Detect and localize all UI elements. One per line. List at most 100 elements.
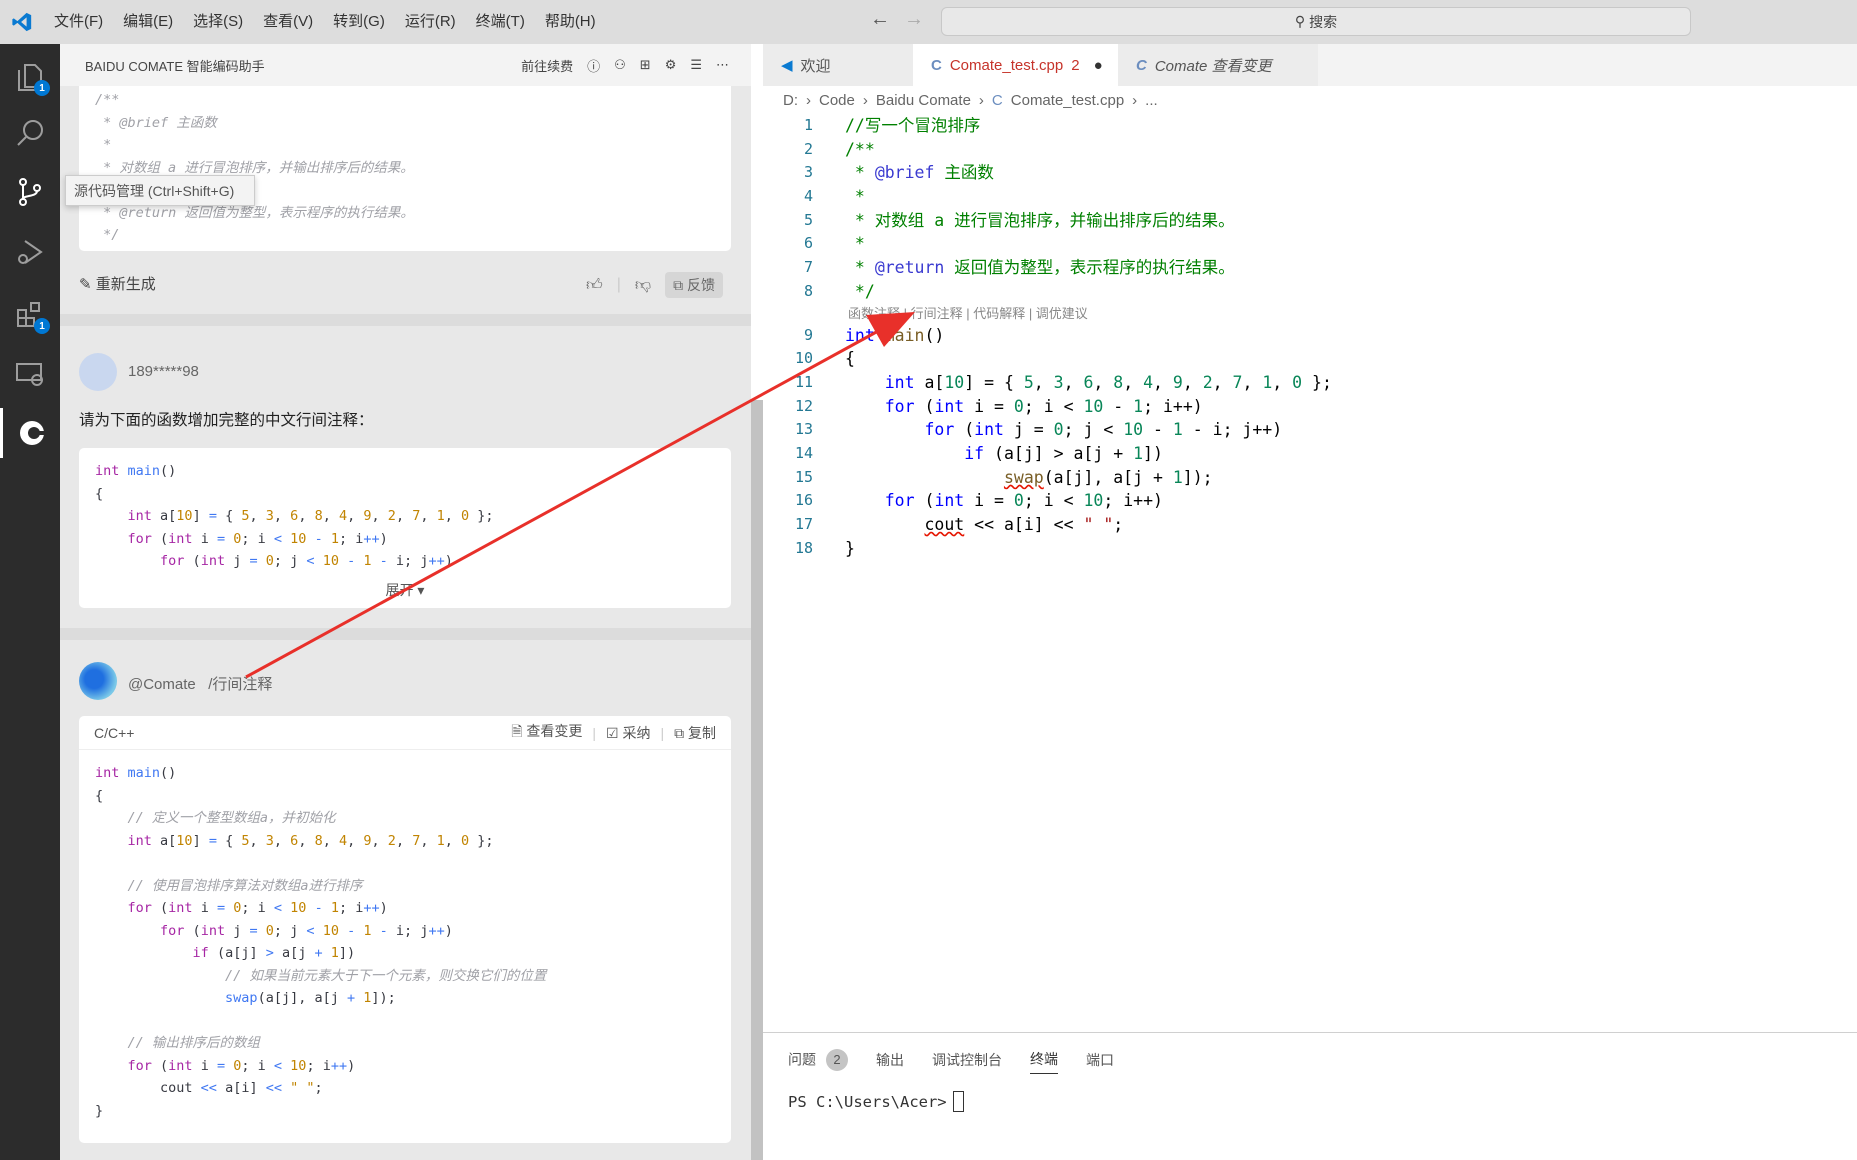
- tab-welcome[interactable]: ◀ 欢迎: [763, 44, 913, 86]
- checkbox-icon: ☑: [606, 724, 623, 741]
- code-token: ): [379, 530, 388, 547]
- breadcrumb-item[interactable]: Baidu Comate: [876, 92, 971, 109]
- line-text: int main(): [813, 324, 944, 348]
- copy-icon: ⧉: [674, 724, 688, 741]
- code-token: ,: [1182, 372, 1203, 392]
- remote-explorer-icon[interactable]: [0, 349, 60, 399]
- menu-selection[interactable]: 选择(S): [183, 0, 253, 44]
- menu-help[interactable]: 帮助(H): [535, 0, 606, 44]
- layout-icon[interactable]: ⊞: [640, 57, 651, 73]
- menu-file[interactable]: 文件(F): [44, 0, 113, 44]
- menu-edit[interactable]: 编辑(E): [113, 0, 183, 44]
- code-line: if (a[j] > a[j + 1]): [95, 942, 731, 965]
- chat-user-icon[interactable]: ⚇: [614, 57, 626, 73]
- back-arrow-icon[interactable]: ←: [870, 8, 890, 31]
- breadcrumb-item[interactable]: D:: [783, 92, 798, 109]
- code-token: ,: [347, 508, 364, 524]
- code-token: j =: [1003, 420, 1054, 440]
- tab-comate-changes[interactable]: C Comate 查看变更: [1118, 44, 1318, 86]
- explorer-icon[interactable]: 1: [0, 52, 60, 102]
- view-changes-button[interactable]: 🗎 查看变更: [511, 721, 582, 745]
- breadcrumb-item[interactable]: ...: [1145, 92, 1158, 109]
- panel-tab-problems[interactable]: 问题 2: [788, 1048, 848, 1071]
- side-panel-scrollbar[interactable]: [751, 400, 763, 1160]
- breadcrumb: D: › Code › Baidu Comate › C Comate_test.cpp…: [783, 92, 1158, 109]
- expand-button[interactable]: 展开 ▾: [79, 580, 731, 600]
- code-editor[interactable]: 1//写一个冒泡排序 2/** 3 * @brief 主函数 4 * 5 * 对数组 a…: [763, 114, 1857, 560]
- renew-link[interactable]: 前往续费: [521, 56, 573, 75]
- line-number: 3: [803, 163, 813, 182]
- clear-list-icon[interactable]: ☰: [690, 57, 702, 73]
- code-token: };: [469, 508, 494, 524]
- code-token: <<: [200, 1080, 217, 1096]
- more-icon[interactable]: ⋯: [716, 57, 729, 73]
- editor-line: 17 cout << a[i] << " ";: [763, 513, 1857, 537]
- tab-comate-test-cpp[interactable]: C Comate_test.cpp 2 ●: [913, 44, 1118, 86]
- tab-label: Comate_test.cpp: [949, 56, 1064, 74]
- accept-button[interactable]: ☑ 采纳: [606, 723, 650, 743]
- forward-arrow-icon[interactable]: →: [904, 8, 924, 31]
- code-token: -: [347, 922, 356, 939]
- code-token: {: [216, 832, 242, 849]
- menu-go[interactable]: 转到(G): [323, 0, 395, 44]
- thumbs-up-icon[interactable]: 👍︎: [586, 276, 603, 295]
- comate-icon[interactable]: [0, 408, 60, 458]
- editor-line: 15 swap(a[j], a[j + 1]);: [763, 466, 1857, 490]
- codelens-actions[interactable]: 函数注释 | 行间注释 | 代码解释 | 调优建议: [763, 304, 1857, 324]
- cpp-file-icon: C: [1136, 56, 1147, 74]
- copy-button[interactable]: ⧉ 复制: [674, 723, 716, 743]
- regenerate-button[interactable]: ✎ 重新生成: [79, 273, 156, 294]
- breadcrumb-item[interactable]: Comate_test.cpp: [1011, 92, 1124, 109]
- code-token: 10: [944, 372, 965, 392]
- activity-bar: 1 1: [0, 44, 60, 1160]
- code-token: main: [127, 463, 161, 479]
- code-token: a[: [151, 832, 177, 849]
- code-token: ; j <: [1063, 420, 1124, 440]
- code-token: 9: [1172, 372, 1183, 392]
- panel-tab-ports[interactable]: 端口: [1086, 1050, 1114, 1070]
- thumbs-down-icon[interactable]: 👎︎: [635, 276, 651, 295]
- code-token: int: [95, 463, 120, 479]
- panel-tab-debug-console[interactable]: 调试控制台: [932, 1050, 1002, 1070]
- menu-view[interactable]: 查看(V): [253, 0, 323, 44]
- chevron-down-icon: ▾: [417, 582, 425, 598]
- code-token: a[: [914, 372, 945, 392]
- menu-run[interactable]: 运行(R): [395, 0, 466, 44]
- code-token: 3: [265, 508, 274, 524]
- code-token: ,: [1272, 372, 1293, 392]
- code-token: 主函数: [934, 163, 994, 183]
- code-token: 1: [363, 922, 372, 939]
- feedback-button[interactable]: ⧉ 反馈: [665, 272, 724, 298]
- panel-tab-output[interactable]: 输出: [876, 1050, 904, 1070]
- code-token: (: [151, 900, 169, 916]
- search-icon[interactable]: [0, 108, 60, 158]
- unsaved-dot-icon[interactable]: ●: [1094, 57, 1103, 74]
- run-debug-icon[interactable]: [0, 227, 60, 277]
- terminal[interactable]: PS C:\Users\Acer>: [788, 1091, 964, 1112]
- help-icon[interactable]: ⓘ: [587, 56, 600, 75]
- command-search-box[interactable]: ⚲ 搜索: [941, 7, 1691, 36]
- extensions-icon[interactable]: 1: [0, 290, 60, 340]
- code-token: ,: [371, 508, 388, 524]
- breadcrumb-item[interactable]: Code: [819, 92, 855, 109]
- tab-label: Comate 查看变更: [1154, 57, 1272, 75]
- extensions-badge: 1: [34, 318, 50, 334]
- side-panel-title: BAIDU COMATE 智能编码助手: [85, 58, 265, 74]
- line-number: 4: [803, 187, 813, 206]
- menu-terminal[interactable]: 终端(T): [466, 0, 535, 44]
- code-line: * @brief 主函数: [95, 112, 731, 135]
- editor-line: 6 *: [763, 232, 1857, 256]
- panel-tab-terminal[interactable]: 终端: [1030, 1049, 1058, 1074]
- code-token: (): [160, 765, 177, 781]
- code-token: 5: [1023, 372, 1034, 392]
- code-token: (: [151, 530, 169, 547]
- gear-icon[interactable]: ⚙: [665, 57, 677, 73]
- source-control-icon[interactable]: [0, 167, 60, 217]
